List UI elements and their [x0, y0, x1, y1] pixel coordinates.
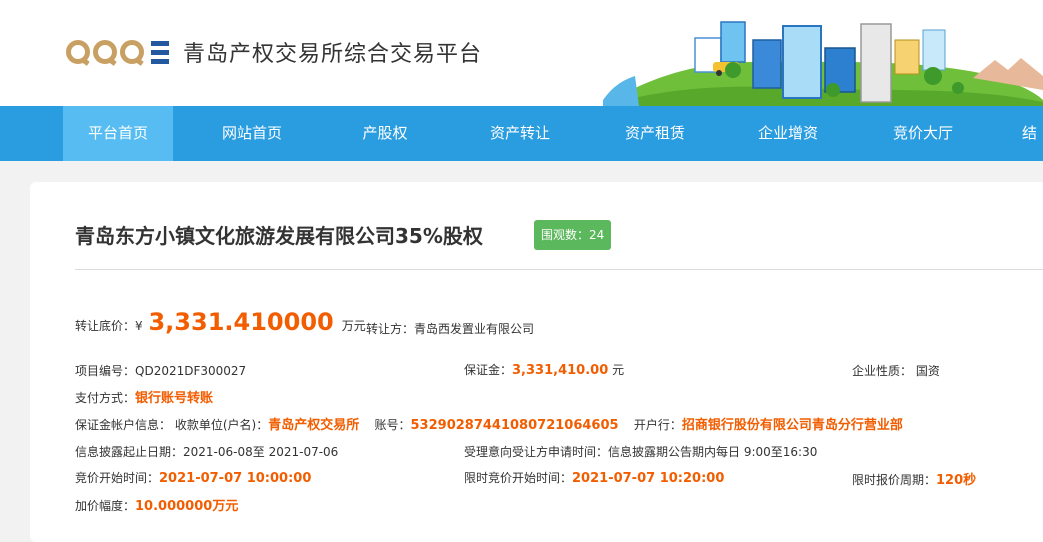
deposit-line: 保证金：3,331,410.00 元 [464, 361, 624, 378]
nav-item-truncated[interactable]: 结 [1000, 106, 1043, 161]
site-logo[interactable]: 青岛产权交易所综合交易平台 [66, 36, 482, 68]
payment-label: 支付方式： [75, 391, 136, 405]
project-no-label: 项目编号： [75, 364, 136, 378]
main-nav: 平台首页 网站首页 产股权 资产转让 资产租赁 企业增资 竞价大厅 结 [0, 106, 1043, 161]
timed-cycle-value: 120秒 [936, 473, 977, 488]
timed-bid-start-line: 限时竞价开始时间：2021-07-07 10:20:00 [464, 469, 724, 486]
payment-line: 支付方式：银行账号转账 [75, 387, 213, 406]
increment-label: 加价幅度： [75, 499, 136, 513]
site-header: 青岛产权交易所综合交易平台 [0, 0, 1043, 106]
city-illustration-icon [603, 21, 1043, 106]
payee-value: 青岛产权交易所 [268, 418, 360, 433]
listing-title: 青岛东方小镇文化旅游发展有限公司35%股权 [75, 224, 483, 248]
nav-item-bidding-hall[interactable]: 竞价大厅 [868, 106, 978, 161]
platform-name: 青岛产权交易所综合交易平台 [183, 42, 483, 67]
payee-label: 收款单位(户名)： [174, 418, 269, 432]
timed-cycle-line: 限时报价周期：120秒 [852, 469, 976, 488]
seller-label: 转让方： [366, 322, 415, 336]
apply-time-label: 受理意向受让方申请时间： [464, 445, 609, 459]
account-no-label: 账号： [374, 418, 411, 432]
increment-value: 10.000000万元 [135, 499, 239, 514]
disclosure-label: 信息披露起止日期： [75, 445, 184, 459]
nav-item-asset-lease[interactable]: 资产租赁 [600, 106, 710, 161]
increment-line: 加价幅度：10.000000万元 [75, 495, 238, 514]
nav-item-platform-home[interactable]: 平台首页 [63, 106, 173, 161]
title-divider [75, 269, 1043, 270]
disclosure-value: 2021-06-08至 2021-07-06 [183, 445, 339, 459]
nav-item-capital-increase[interactable]: 企业增资 [733, 106, 843, 161]
bid-start-label: 竞价开始时间： [75, 471, 160, 485]
base-price-line: 转让底价：¥ 3,331.410000 万元 [75, 308, 366, 336]
bank-label: 开户行： [633, 418, 682, 432]
seller-value: 青岛西发置业有限公司 [414, 322, 535, 336]
project-no-line: 项目编号：QD2021DF300027 [75, 362, 246, 379]
base-price-value: 3,331.410000 [148, 308, 334, 336]
nav-item-equity[interactable]: 产股权 [330, 106, 440, 161]
apply-time-value: 信息披露期公告期内每日 9:00至16:30 [608, 445, 818, 459]
apply-time-line: 受理意向受让方申请时间：信息披露期公告期内每日 9:00至16:30 [464, 443, 817, 460]
price-unit: 万元 [341, 319, 366, 333]
deposit-label: 保证金： [464, 363, 513, 377]
deposit-unit: 元 [612, 363, 625, 377]
project-no-value: QD2021DF300027 [135, 364, 247, 378]
currency-symbol: ¥ [135, 319, 143, 333]
qpae-logo-icon [66, 39, 169, 65]
nature-line: 企业性质： 国资 [852, 362, 940, 379]
deposit-value: 3,331,410.00 [512, 363, 609, 378]
seller-line: 转让方：青岛西发置业有限公司 [366, 320, 534, 337]
nav-item-asset-transfer[interactable]: 资产转让 [465, 106, 575, 161]
bid-start-value: 2021-07-07 10:00:00 [159, 471, 312, 486]
bank-value: 招商银行股份有限公司青岛分行营业部 [681, 418, 903, 433]
account-info-label: 保证金帐户信息： [75, 418, 172, 432]
nav-item-site-home[interactable]: 网站首页 [197, 106, 307, 161]
bid-start-line: 竞价开始时间：2021-07-07 10:00:00 [75, 469, 311, 486]
views-badge: 围观数：24 [534, 220, 612, 250]
account-info-line: 保证金帐户信息： 收款单位(户名)：青岛产权交易所 账号：53290287441… [75, 414, 903, 433]
timed-bid-start-value: 2021-07-07 10:20:00 [572, 471, 725, 486]
disclosure-line: 信息披露起止日期：2021-06-08至 2021-07-06 [75, 443, 338, 460]
account-no-value: 532902874410807210646­05 [410, 418, 619, 433]
timed-bid-start-label: 限时竞价开始时间： [464, 471, 573, 485]
timed-cycle-label: 限时报价周期： [852, 473, 937, 487]
listing-card: 青岛东方小镇文化旅游发展有限公司35%股权 围观数：24 转让底价：¥ 3,33… [30, 182, 1043, 542]
base-price-label: 转让底价： [75, 319, 136, 333]
nature-value: 国资 [915, 364, 940, 378]
nature-label: 企业性质： [852, 364, 913, 378]
payment-value: 银行账号转账 [135, 391, 214, 406]
